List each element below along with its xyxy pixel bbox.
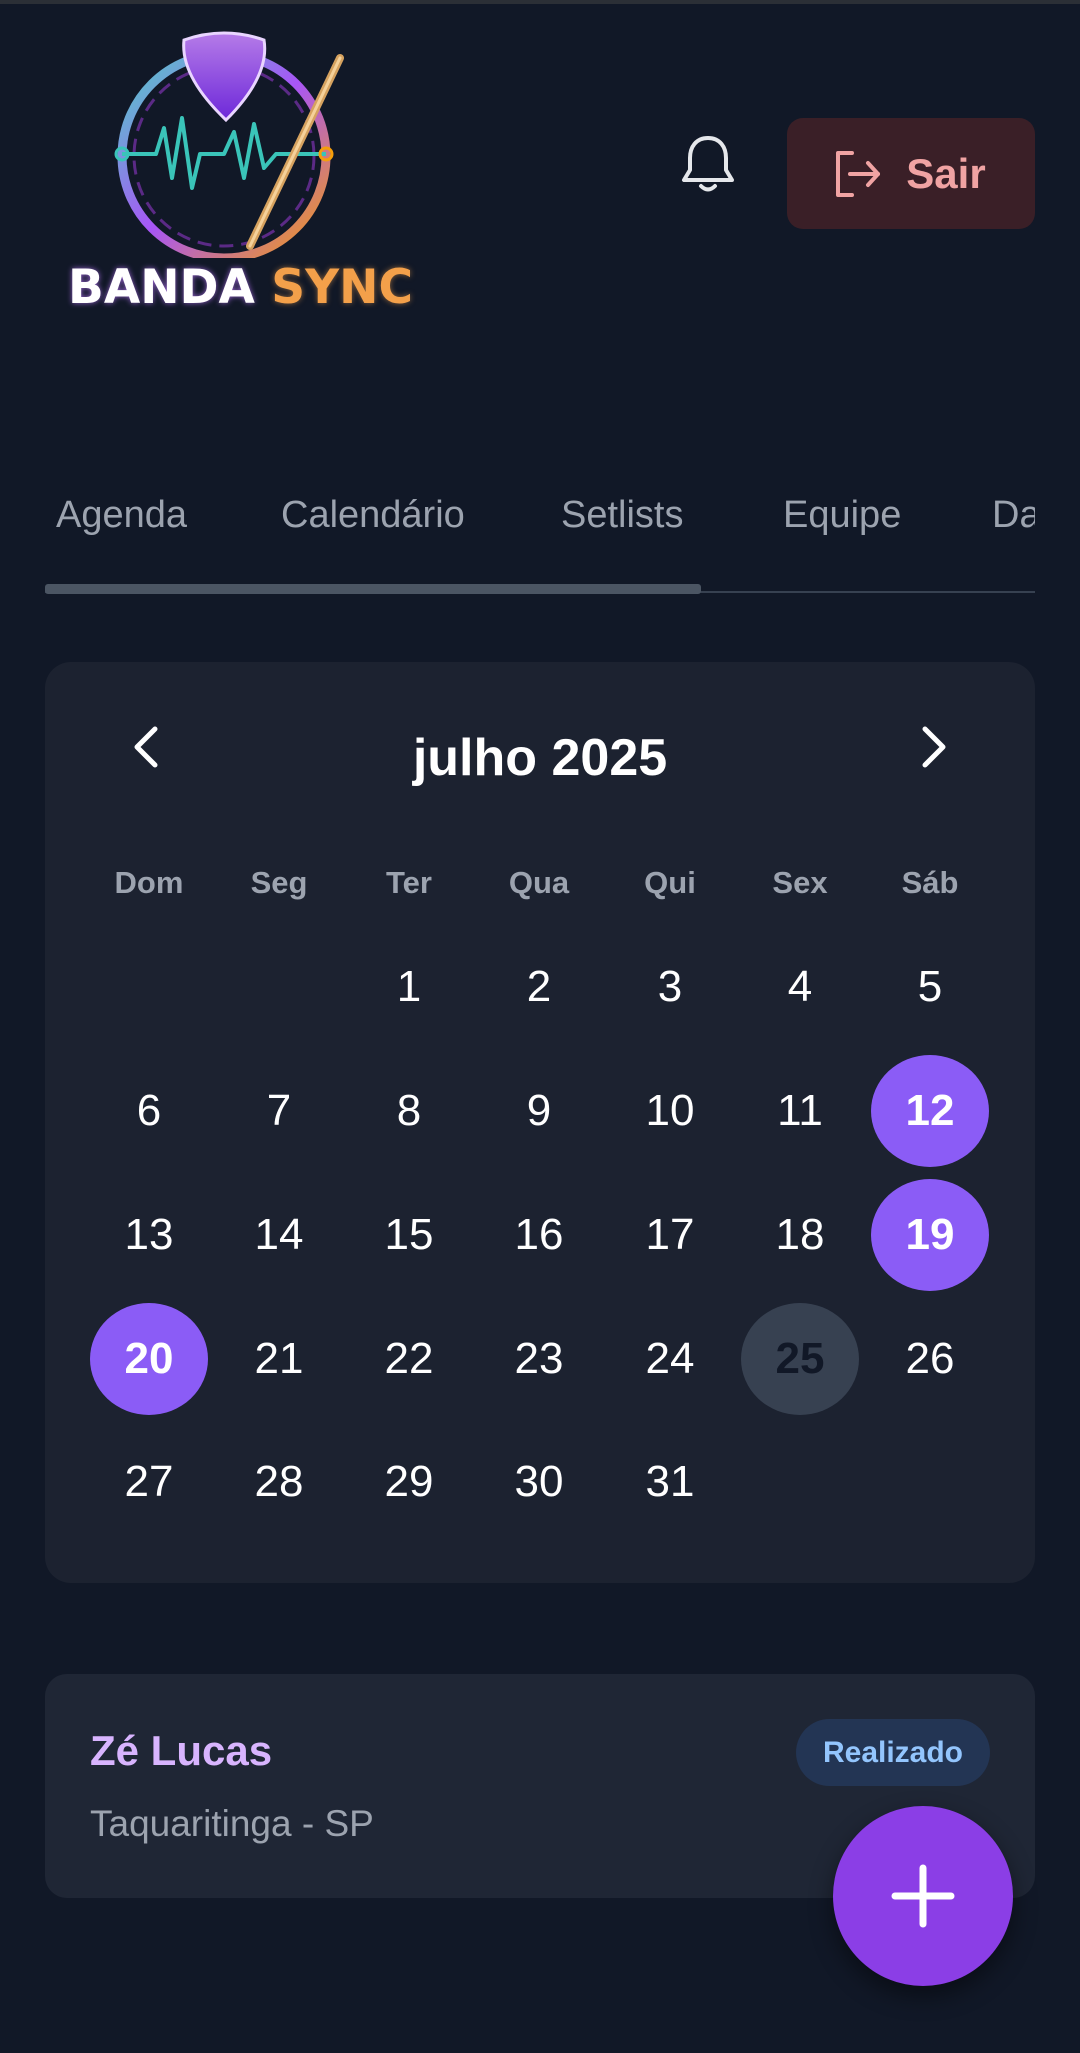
calendar-day-event[interactable]: 19 [871, 1179, 989, 1291]
calendar-day[interactable]: 11 [741, 1055, 859, 1167]
chevron-right-icon [922, 726, 946, 768]
calendar-day[interactable]: 13 [90, 1179, 208, 1291]
calendar-day[interactable]: 1 [350, 931, 468, 1043]
weekday-label: Qua [508, 865, 570, 900]
status-badge: Realizado [796, 1719, 990, 1786]
calendar-day[interactable]: 8 [350, 1055, 468, 1167]
calendar-day[interactable]: 9 [480, 1055, 598, 1167]
previous-month-button[interactable] [117, 717, 177, 777]
chevron-left-icon [134, 726, 158, 768]
logo-word-banda: BANDA [68, 260, 255, 315]
calendar-day[interactable]: 7 [220, 1055, 338, 1167]
calendar-day[interactable]: 6 [90, 1055, 208, 1167]
notifications-button[interactable] [672, 128, 744, 200]
calendar-day[interactable]: 24 [611, 1303, 729, 1415]
logout-label: Sair [906, 149, 986, 197]
logout-button[interactable]: Sair [787, 118, 1035, 229]
logo-wordmark: BANDA SYNC [68, 260, 413, 315]
tab-equipe[interactable]: Equipe [783, 494, 901, 537]
calendar-day[interactable]: 30 [480, 1426, 598, 1538]
sign-out-icon [836, 150, 881, 197]
calendar-day-event[interactable]: 12 [871, 1055, 989, 1167]
bell-icon [682, 136, 734, 192]
tab-setlists[interactable]: Setlists [561, 494, 683, 537]
weekday-label: Ter [386, 865, 432, 900]
tab-bar: Agenda Calendário Setlists Equipe Da [45, 458, 1035, 594]
calendar-day[interactable]: 14 [220, 1179, 338, 1291]
weekday-label: Seg [250, 865, 308, 900]
tab-scroll-thumb[interactable] [45, 584, 701, 594]
calendar-day[interactable]: 4 [741, 931, 859, 1043]
event-title: Zé Lucas [90, 1727, 273, 1774]
calendar-day[interactable]: 3 [611, 931, 729, 1043]
month-title: julho 2025 [412, 729, 668, 787]
calendar-day[interactable]: 27 [90, 1426, 208, 1538]
calendar-day[interactable]: 2 [480, 931, 598, 1043]
calendar-day[interactable]: 23 [480, 1303, 598, 1415]
calendar-day-today[interactable]: 25 [741, 1303, 859, 1415]
calendar-day[interactable]: 31 [611, 1426, 729, 1538]
calendar-day[interactable]: 22 [350, 1303, 468, 1415]
calendar-day[interactable]: 26 [871, 1303, 989, 1415]
event-location: Taquaritinga - SP [90, 1803, 374, 1844]
logo-emblem-icon [114, 31, 344, 258]
calendar-day[interactable]: 29 [350, 1426, 468, 1538]
calendar-day[interactable]: 5 [871, 931, 989, 1043]
calendar-day[interactable]: 21 [220, 1303, 338, 1415]
calendar-day[interactable]: 17 [611, 1179, 729, 1291]
tab-da[interactable]: Da [992, 494, 1035, 537]
calendar-day-event[interactable]: 20 [90, 1303, 208, 1415]
tab-calendario[interactable]: Calendário [281, 494, 465, 537]
logo-word-sync: SYNC [271, 260, 414, 315]
weekday-label: Dom [114, 865, 184, 900]
weekday-label: Qui [644, 865, 696, 900]
calendar-day[interactable]: 28 [220, 1426, 338, 1538]
top-border [0, 0, 1080, 4]
calendar-day[interactable]: 16 [480, 1179, 598, 1291]
add-event-button[interactable] [833, 1806, 1013, 1986]
calendar-day[interactable]: 18 [741, 1179, 859, 1291]
app-logo: BANDA SYNC [64, 28, 413, 328]
weekday-label: Sex [772, 865, 828, 900]
tab-agenda[interactable]: Agenda [56, 494, 187, 537]
weekday-label: Sáb [901, 865, 959, 900]
calendar-day[interactable]: 10 [611, 1055, 729, 1167]
calendar-day[interactable]: 15 [350, 1179, 468, 1291]
next-month-button[interactable] [903, 717, 963, 777]
plus-icon [891, 1864, 955, 1928]
